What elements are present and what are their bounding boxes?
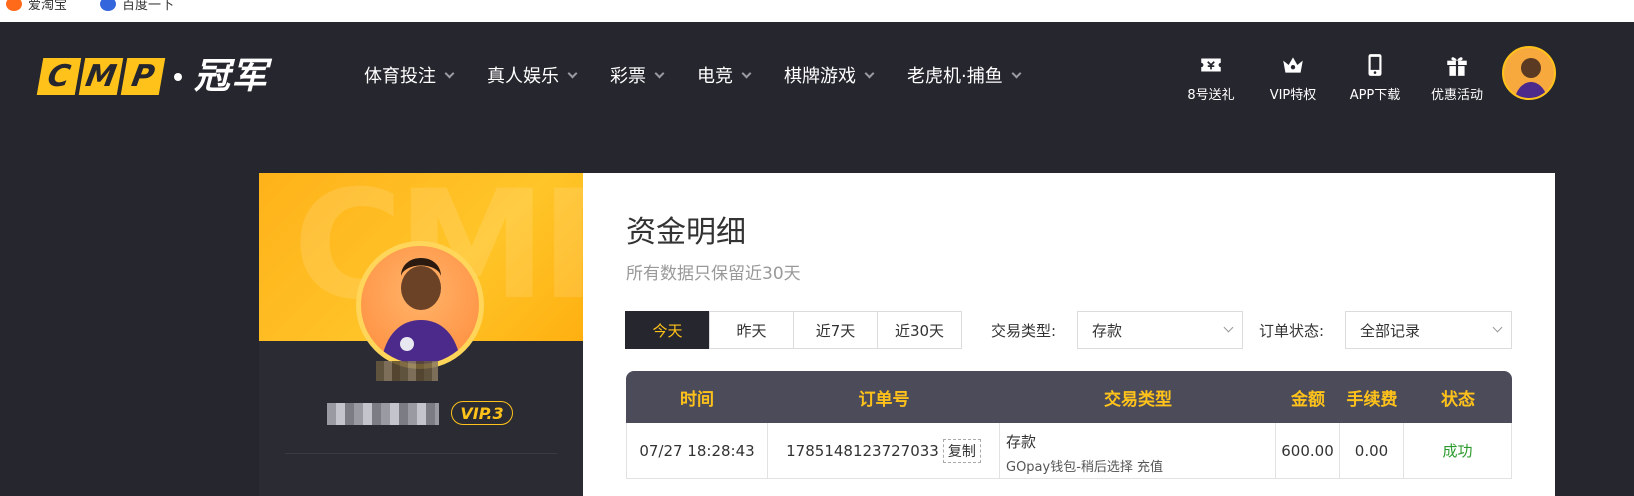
nav-item-live-casino[interactable]: 真人娱乐 <box>487 62 578 88</box>
chevron-down-icon <box>654 68 665 78</box>
chevron-down-icon <box>1223 322 1234 333</box>
nav-label: 老虎机·捕鱼 <box>907 66 1003 87</box>
nav-item-lottery[interactable]: 彩票 <box>610 62 665 88</box>
column-header-time: 时间 <box>680 389 714 410</box>
type-main: 存款 <box>1006 433 1037 451</box>
vip-level-badge[interactable]: VIP.3 <box>451 401 513 425</box>
type-detail: GOpay钱包-稍后选择 充值 <box>1006 460 1164 475</box>
nav-label: 彩票 <box>610 66 646 87</box>
profile-divider <box>285 453 557 454</box>
logo-letter: P <box>120 58 166 95</box>
ticket-icon <box>1201 58 1221 72</box>
column-header-type: 交易类型 <box>1104 389 1172 410</box>
page-subtitle: 所有数据只保留近30天 <box>626 264 801 284</box>
player-portrait-icon <box>381 258 461 364</box>
chevron-down-icon <box>444 68 455 78</box>
avatar-image <box>361 246 479 364</box>
baidu-icon <box>100 0 116 11</box>
cell-fee: 0.00 <box>1340 423 1404 479</box>
tool-label: VIP特权 <box>1269 88 1317 103</box>
range-30days-button[interactable]: 近30天 <box>877 311 962 349</box>
logo-letter: C <box>36 58 82 95</box>
nav-label: 棋牌游戏 <box>784 66 856 87</box>
table-row: 07/27 18:28:43 1785148123727033 复制 存款 GO… <box>626 423 1512 479</box>
bookmark-bar: 爱淘宝 百度一下 <box>0 0 1634 22</box>
date-range-tabs: 今天 昨天 近7天 近30天 <box>625 311 962 349</box>
bookmark-label: 爱淘宝 <box>28 0 68 13</box>
bookmark-baidu[interactable]: 百度一下 <box>100 0 174 13</box>
column-header-fee: 手续费 <box>1346 389 1398 410</box>
profile-avatar <box>356 241 484 369</box>
tool-vip[interactable]: VIP特权 <box>1252 52 1334 103</box>
phone-icon <box>1368 54 1382 76</box>
tool-label: 8号送礼 <box>1187 88 1235 103</box>
chevron-down-icon <box>1492 322 1503 333</box>
logo-letters: C M P <box>36 58 166 95</box>
site-header: C M P 冠军 体育投注 真人娱乐 彩票 电竞 棋牌游戏 老虎机·捕鱼 8号送… <box>0 22 1634 130</box>
nav-label: 真人娱乐 <box>487 66 559 87</box>
cell-time: 07/27 18:28:43 <box>627 423 768 479</box>
status-filter-label: 订单状态: <box>1259 322 1325 340</box>
cell-status: 成功 <box>1404 423 1512 479</box>
user-avatar[interactable] <box>1502 46 1556 100</box>
type-filter-label: 交易类型: <box>991 322 1057 340</box>
column-header-order: 订单号 <box>858 389 910 410</box>
copy-button[interactable]: 复制 <box>942 438 981 463</box>
chevron-down-icon <box>864 68 875 78</box>
bookmark-label: 百度一下 <box>122 0 175 13</box>
order-number: 1785148123727033 <box>786 441 939 460</box>
select-value: 全部记录 <box>1360 321 1421 340</box>
select-value: 存款 <box>1092 321 1123 340</box>
nav-label: 体育投注 <box>364 66 436 87</box>
nav-item-card-games[interactable]: 棋牌游戏 <box>784 62 875 88</box>
column-header-amount: 金额 <box>1291 389 1325 410</box>
cell-amount: 600.00 <box>1276 423 1340 479</box>
tool-promotions[interactable]: 优惠活动 <box>1416 52 1498 103</box>
type-filter-select[interactable]: 存款 <box>1077 311 1243 349</box>
tool-label: APP下载 <box>1349 88 1401 103</box>
main-nav: 体育投注 真人娱乐 彩票 电竞 棋牌游戏 老虎机·捕鱼 <box>364 61 1054 89</box>
table-header: 时间 订单号 交易类型 金额 手续费 状态 <box>626 371 1512 423</box>
site-logo[interactable]: C M P 冠军 <box>36 55 269 97</box>
chevron-down-icon <box>567 68 578 78</box>
nav-label: 电竞 <box>697 66 733 87</box>
avatar-portrait-icon <box>1514 58 1548 98</box>
gift-icon <box>1447 57 1467 76</box>
bookmark-aitaobao[interactable]: 爱淘宝 <box>6 0 67 13</box>
chevron-down-icon <box>741 68 752 78</box>
header-tools: 8号送礼 VIP特权 APP下载 优惠活动 <box>1170 52 1498 103</box>
tool-app-download[interactable]: APP下载 <box>1334 52 1416 103</box>
chevron-down-icon <box>1011 68 1022 78</box>
tool-label: 优惠活动 <box>1430 88 1483 103</box>
crown-icon <box>1283 57 1303 73</box>
range-today-button[interactable]: 今天 <box>625 311 710 349</box>
nav-item-slots-fishing[interactable]: 老虎机·捕鱼 <box>907 62 1022 88</box>
profile-panel: CMP VIP.3 <box>259 173 583 496</box>
tool-gift-8[interactable]: 8号送礼 <box>1170 52 1252 103</box>
taobao-icon <box>6 0 22 11</box>
blurred-username <box>327 403 439 425</box>
cell-order: 1785148123727033 复制 <box>768 423 1000 479</box>
funds-detail-panel: 资金明细 所有数据只保留近30天 今天 昨天 近7天 近30天 交易类型: 存款… <box>583 173 1555 496</box>
page-title: 资金明细 <box>626 215 746 250</box>
pixelated-nickname <box>376 361 438 381</box>
status-filter-select[interactable]: 全部记录 <box>1345 311 1512 349</box>
range-7days-button[interactable]: 近7天 <box>793 311 878 349</box>
nav-item-esports[interactable]: 电竞 <box>697 62 752 88</box>
nav-item-sports[interactable]: 体育投注 <box>364 62 455 88</box>
transactions-table: 时间 订单号 交易类型 金额 手续费 状态 07/27 18:28:43 178… <box>626 371 1512 479</box>
logo-cn-text: 冠军 <box>194 55 269 97</box>
logo-dot <box>174 72 182 81</box>
range-yesterday-button[interactable]: 昨天 <box>709 311 794 349</box>
cell-type: 存款 GOpay钱包-稍后选择 充值 <box>1000 423 1276 479</box>
column-header-status: 状态 <box>1441 389 1475 410</box>
logo-letter: M <box>78 58 124 95</box>
